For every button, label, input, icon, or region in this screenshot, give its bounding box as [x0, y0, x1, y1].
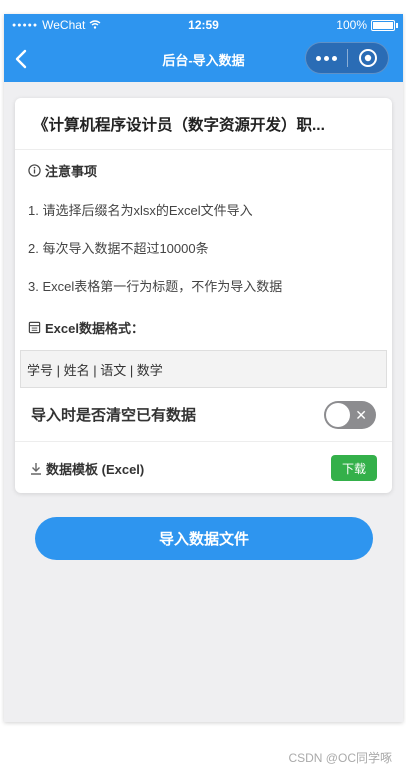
status-right: 100%: [336, 18, 398, 32]
phone-screen: ●●●●● WeChat 12:59 100% 后台-导入数据 《计算机程序设计…: [4, 14, 403, 722]
target-circle-icon: [358, 49, 377, 67]
import-card: 《计算机程序设计员（数字资源开发）职... 注意事项 1. 请选择后缀名为xls…: [15, 98, 392, 493]
more-dots-icon: [315, 55, 321, 61]
switch-knob: [326, 402, 350, 427]
mini-program-capsule: [305, 42, 389, 74]
signal-icon: ●●●●●: [12, 21, 39, 29]
tip-item: 2. 每次导入数据不超过10000条: [28, 240, 209, 256]
tip-item: 3. Excel表格第一行为标题，不作为导入数据: [28, 278, 283, 294]
back-button[interactable]: [6, 36, 36, 82]
tip-item: 1. 请选择后缀名为xlsx的Excel文件导入: [28, 202, 253, 218]
close-miniprogram-button[interactable]: [348, 48, 389, 68]
battery-icon: [371, 19, 398, 31]
status-left: ●●●●● WeChat: [12, 18, 101, 32]
template-label: 数据模板 (Excel): [46, 461, 145, 477]
clear-data-label: 导入时是否清空已有数据: [31, 407, 197, 424]
switch-off-icon: ✕: [355, 406, 367, 423]
template-row: 数据模板 (Excel) 下载: [15, 442, 392, 493]
wifi-icon: [89, 18, 101, 32]
table-icon: [28, 321, 41, 333]
chevron-left-icon: [15, 49, 27, 69]
notice-title: 注意事项: [45, 163, 98, 179]
import-file-button[interactable]: 导入数据文件: [35, 517, 373, 560]
clear-data-row: 导入时是否清空已有数据 ✕: [15, 388, 392, 442]
info-icon: [28, 163, 41, 177]
format-title: Excel数据格式：: [45, 320, 144, 336]
clear-data-switch[interactable]: ✕: [324, 400, 376, 429]
format-header: Excel数据格式：: [15, 304, 392, 350]
card-title: 《计算机程序设计员（数字资源开发）职...: [15, 98, 392, 150]
download-icon: [31, 462, 41, 475]
notice-header: 注意事项: [15, 150, 392, 190]
more-button[interactable]: [306, 55, 347, 61]
nav-bar: 后台-导入数据: [4, 36, 403, 82]
download-button[interactable]: 下载: [331, 455, 377, 481]
status-bar: ●●●●● WeChat 12:59 100%: [4, 14, 403, 36]
carrier-label: WeChat: [42, 18, 86, 32]
battery-percent: 100%: [336, 18, 367, 32]
format-columns: 学号 | 姓名 | 语文 | 数学: [20, 350, 387, 388]
watermark: CSDN @OC同学啄: [288, 751, 392, 765]
